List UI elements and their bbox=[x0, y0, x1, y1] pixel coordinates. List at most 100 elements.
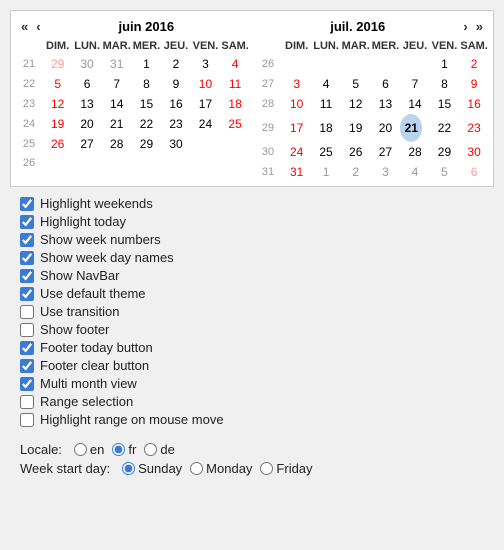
calendar-day[interactable]: 5 bbox=[43, 74, 72, 94]
locale-radio-de[interactable] bbox=[144, 443, 157, 456]
calendar-day[interactable]: 6 bbox=[72, 74, 102, 94]
calendar-day[interactable]: 3 bbox=[282, 74, 311, 94]
calendar-day[interactable]: 9 bbox=[459, 74, 489, 94]
checkbox-chk1[interactable] bbox=[20, 197, 34, 211]
checkbox-chk11[interactable] bbox=[20, 377, 34, 391]
calendar-day[interactable]: 20 bbox=[371, 114, 401, 142]
calendar-day[interactable]: 12 bbox=[43, 94, 72, 114]
calendar-day[interactable]: 13 bbox=[371, 94, 401, 114]
calendar-day[interactable]: 2 bbox=[459, 54, 489, 74]
calendar-day[interactable]: 1 bbox=[430, 54, 460, 74]
checkbox-row-chk13: Highlight range on mouse move bbox=[20, 412, 484, 427]
calendar-day[interactable]: 21 bbox=[400, 114, 422, 142]
weekstart-radio-Friday[interactable] bbox=[260, 462, 273, 475]
calendar-day[interactable]: 29 bbox=[132, 134, 162, 154]
calendar-day[interactable]: 24 bbox=[282, 142, 311, 162]
calendar-day[interactable]: 19 bbox=[43, 114, 72, 134]
locale-radio-en[interactable] bbox=[74, 443, 87, 456]
calendar-day[interactable]: 13 bbox=[72, 94, 102, 114]
calendar-day[interactable]: 28 bbox=[400, 142, 429, 162]
calendar-day[interactable]: 29 bbox=[430, 142, 460, 162]
calendar-day[interactable]: 7 bbox=[102, 74, 132, 94]
calendar-day[interactable]: 1 bbox=[132, 54, 162, 74]
prev-button[interactable]: ‹ bbox=[32, 19, 44, 34]
calendar-day[interactable]: 2 bbox=[341, 162, 371, 182]
checkbox-chk9[interactable] bbox=[20, 341, 34, 355]
calendar-day[interactable]: 1 bbox=[311, 162, 341, 182]
calendar-day[interactable]: 27 bbox=[72, 134, 102, 154]
calendar-day[interactable]: 2 bbox=[161, 54, 190, 74]
calendar-day[interactable]: 15 bbox=[430, 94, 460, 114]
checkbox-chk4[interactable] bbox=[20, 251, 34, 265]
calendar-day[interactable]: 18 bbox=[220, 94, 250, 114]
checkbox-chk12[interactable] bbox=[20, 395, 34, 409]
calendar-day[interactable]: 16 bbox=[161, 94, 190, 114]
calendar-day[interactable]: 6 bbox=[459, 162, 489, 182]
calendar-day[interactable]: 4 bbox=[220, 54, 250, 74]
calendar-day[interactable]: 17 bbox=[282, 114, 311, 142]
calendar-day[interactable]: 29 bbox=[43, 54, 72, 74]
calendar-day[interactable]: 3 bbox=[191, 54, 221, 74]
next-next-button[interactable]: » bbox=[472, 19, 487, 34]
calendar-day[interactable]: 23 bbox=[161, 114, 190, 134]
weekstart-radio-Monday[interactable] bbox=[190, 462, 203, 475]
checkbox-chk13[interactable] bbox=[20, 413, 34, 427]
calendar-day[interactable]: 4 bbox=[400, 162, 429, 182]
calendar-day[interactable]: 9 bbox=[161, 74, 190, 94]
calendar-day[interactable]: 23 bbox=[459, 114, 489, 142]
day-header-wed2: MER. bbox=[371, 38, 401, 54]
calendar-day[interactable]: 11 bbox=[220, 74, 250, 94]
calendar-day[interactable]: 30 bbox=[72, 54, 102, 74]
calendar-day[interactable]: 31 bbox=[102, 54, 132, 74]
calendar-day[interactable]: 20 bbox=[72, 114, 102, 134]
calendar-day[interactable]: 25 bbox=[311, 142, 341, 162]
day-header-sun2: DIM. bbox=[282, 38, 311, 54]
calendar-day[interactable]: 31 bbox=[282, 162, 311, 182]
calendar-day[interactable]: 12 bbox=[341, 94, 371, 114]
checkbox-chk2[interactable] bbox=[20, 215, 34, 229]
month2-block: juil. 2016 › » DIM. LUN. MAR. MER. JEU. … bbox=[254, 15, 489, 182]
calendar-day[interactable]: 5 bbox=[341, 74, 371, 94]
calendar-day[interactable]: 22 bbox=[132, 114, 162, 134]
calendar-day[interactable]: 30 bbox=[161, 134, 190, 154]
calendar-day[interactable]: 10 bbox=[191, 74, 221, 94]
week-number: 31 bbox=[254, 162, 282, 182]
checkbox-chk8[interactable] bbox=[20, 323, 34, 337]
checkbox-chk3[interactable] bbox=[20, 233, 34, 247]
calendar-day[interactable]: 6 bbox=[371, 74, 401, 94]
calendar-day[interactable]: 26 bbox=[43, 134, 72, 154]
checkbox-chk7[interactable] bbox=[20, 305, 34, 319]
day-header-sat: SAM. bbox=[220, 38, 250, 54]
calendar-day[interactable]: 14 bbox=[102, 94, 132, 114]
calendar-day[interactable]: 14 bbox=[400, 94, 429, 114]
calendar-day[interactable]: 10 bbox=[282, 94, 311, 114]
calendar-day[interactable]: 27 bbox=[371, 142, 401, 162]
calendar-day[interactable]: 26 bbox=[341, 142, 371, 162]
calendar-day[interactable]: 25 bbox=[220, 114, 250, 134]
prev-prev-button[interactable]: « bbox=[17, 19, 32, 34]
calendar-day[interactable]: 15 bbox=[132, 94, 162, 114]
calendar-day[interactable]: 28 bbox=[102, 134, 132, 154]
calendar-day[interactable]: 24 bbox=[191, 114, 221, 134]
calendar-day[interactable]: 19 bbox=[341, 114, 371, 142]
calendar-day[interactable]: 11 bbox=[311, 94, 341, 114]
checkbox-chk5[interactable] bbox=[20, 269, 34, 283]
calendar-day[interactable]: 8 bbox=[132, 74, 162, 94]
checkbox-chk6[interactable] bbox=[20, 287, 34, 301]
calendar-day[interactable]: 8 bbox=[430, 74, 460, 94]
checkbox-chk10[interactable] bbox=[20, 359, 34, 373]
day-header-mon: LUN. bbox=[72, 38, 102, 54]
calendar-day[interactable]: 18 bbox=[311, 114, 341, 142]
locale-radio-fr[interactable] bbox=[112, 443, 125, 456]
calendar-day[interactable]: 21 bbox=[102, 114, 132, 134]
calendar-day[interactable]: 16 bbox=[459, 94, 489, 114]
weekstart-radio-Sunday[interactable] bbox=[122, 462, 135, 475]
calendar-day[interactable]: 4 bbox=[311, 74, 341, 94]
calendar-day[interactable]: 17 bbox=[191, 94, 221, 114]
calendar-day[interactable]: 7 bbox=[400, 74, 429, 94]
next-button[interactable]: › bbox=[459, 19, 471, 34]
calendar-day[interactable]: 30 bbox=[459, 142, 489, 162]
calendar-day[interactable]: 3 bbox=[371, 162, 401, 182]
calendar-day[interactable]: 22 bbox=[430, 114, 460, 142]
calendar-day[interactable]: 5 bbox=[430, 162, 460, 182]
